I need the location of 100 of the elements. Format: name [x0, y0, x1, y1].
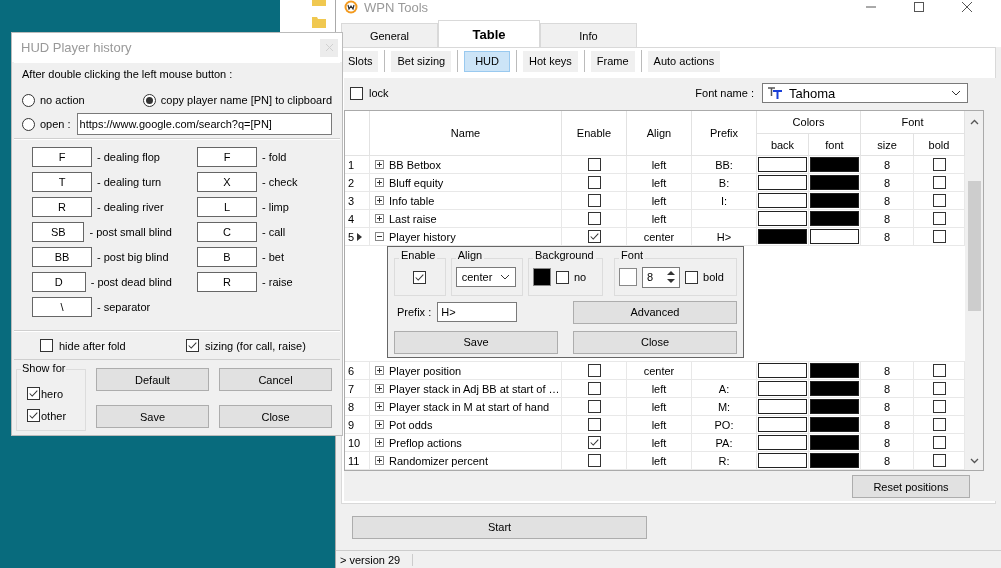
align-dropdown[interactable]: center	[455, 267, 516, 287]
save-button[interactable]: Save	[394, 330, 558, 354]
row-header[interactable]: 6	[345, 362, 370, 380]
close-icon[interactable]	[961, 1, 973, 13]
bold-checkbox[interactable]	[932, 418, 946, 431]
enable-checkbox[interactable]	[587, 230, 601, 243]
row-header[interactable]: 8	[345, 398, 370, 416]
option-checkbox[interactable]	[186, 339, 199, 352]
bold-checkbox[interactable]	[932, 382, 946, 395]
bold-checkbox[interactable]	[932, 454, 946, 467]
enable-checkbox[interactable]	[413, 270, 427, 284]
bold-checkbox[interactable]	[932, 400, 946, 413]
dialog-button[interactable]: Close	[219, 405, 332, 428]
start-button[interactable]: Start	[352, 515, 647, 539]
bold-checkbox[interactable]	[932, 158, 946, 171]
bold-checkbox[interactable]	[932, 212, 946, 225]
maximize-icon[interactable]	[913, 1, 925, 13]
prefix-field[interactable]: H>	[437, 302, 518, 322]
dialog-button[interactable]: Cancel	[219, 368, 332, 391]
row-header[interactable]: 5	[345, 228, 370, 246]
no-background-checkbox[interactable]	[555, 270, 569, 284]
hotkey-field[interactable]: X	[197, 172, 257, 192]
hotkey-field[interactable]: \	[32, 297, 92, 317]
tab[interactable]: Info	[540, 23, 637, 47]
radio-button[interactable]	[142, 93, 156, 107]
lock-checkbox[interactable]	[350, 86, 363, 100]
row-header[interactable]: 4	[345, 210, 370, 228]
show-for-checkbox[interactable]	[27, 409, 40, 422]
sub-tab[interactable]: Auto actions	[647, 50, 721, 72]
row-header[interactable]: 9	[345, 416, 370, 434]
row-header[interactable]: 10	[345, 434, 370, 452]
expand-icon[interactable]	[375, 384, 384, 393]
dialog-button[interactable]: Save	[96, 405, 209, 428]
radio-button[interactable]	[22, 93, 35, 107]
bold-checkbox[interactable]	[932, 230, 946, 243]
hotkey-field[interactable]: C	[197, 222, 257, 242]
sub-tab[interactable]: Hot keys	[523, 50, 578, 72]
dialog-button[interactable]: Default	[96, 368, 209, 391]
hotkey-field[interactable]: F	[32, 147, 92, 167]
sub-tab[interactable]: Frame	[590, 50, 635, 72]
row-header[interactable]: 3	[345, 192, 370, 210]
url-field[interactable]: https://www.google.com/search?q=[PN]	[76, 113, 332, 135]
bold-checkbox[interactable]	[932, 364, 946, 377]
bold-checkbox[interactable]	[932, 436, 946, 449]
bold-checkbox[interactable]	[932, 194, 946, 207]
enable-checkbox[interactable]	[587, 400, 601, 413]
scroll-down-icon[interactable]	[969, 458, 979, 464]
enable-checkbox[interactable]	[587, 382, 601, 395]
current-row-icon	[357, 232, 363, 241]
color-swatch[interactable]	[619, 268, 638, 286]
hotkey-field[interactable]: B	[197, 247, 257, 267]
hotkey-field[interactable]: T	[32, 172, 92, 192]
tab[interactable]: General	[341, 23, 438, 47]
hotkey-field[interactable]: L	[197, 197, 257, 217]
enable-checkbox[interactable]	[587, 176, 601, 189]
expand-icon[interactable]	[375, 178, 384, 187]
row-header[interactable]: 1	[345, 156, 370, 174]
expand-icon[interactable]	[375, 196, 384, 205]
enable-checkbox[interactable]	[587, 436, 601, 449]
row-header[interactable]: 2	[345, 174, 370, 192]
bold-checkbox[interactable]	[932, 176, 946, 189]
size-spinner[interactable]: 8	[642, 266, 681, 288]
close-button[interactable]: Close	[573, 330, 737, 354]
expand-icon[interactable]	[375, 366, 384, 375]
option-checkbox[interactable]	[40, 339, 53, 352]
hotkey-field[interactable]: F	[197, 147, 257, 167]
hotkey-field[interactable]: D	[32, 272, 86, 292]
expand-icon[interactable]	[375, 214, 384, 223]
enable-checkbox[interactable]	[587, 158, 601, 171]
font-dropdown[interactable]: Tahoma	[762, 83, 968, 103]
expand-icon[interactable]	[375, 420, 384, 429]
sub-tab[interactable]: HUD	[464, 50, 510, 72]
row-header[interactable]: 11	[345, 452, 370, 470]
hotkey-field[interactable]: BB	[32, 247, 92, 267]
tab[interactable]: Table	[438, 20, 540, 47]
sub-tab[interactable]: Slots	[342, 50, 379, 72]
color-swatch[interactable]	[532, 268, 551, 286]
expand-icon[interactable]	[375, 160, 384, 169]
expand-icon[interactable]	[375, 402, 384, 411]
enable-checkbox[interactable]	[587, 194, 601, 207]
scrollbar[interactable]	[965, 111, 983, 470]
expand-icon[interactable]	[375, 456, 384, 465]
bold-checkbox[interactable]	[685, 270, 699, 284]
enable-checkbox[interactable]	[587, 454, 601, 467]
radio-button[interactable]	[22, 117, 35, 131]
reset-positions-button[interactable]: Reset positions	[852, 475, 970, 498]
hotkey-field[interactable]: SB	[32, 222, 85, 242]
enable-checkbox[interactable]	[587, 418, 601, 431]
scroll-up-icon[interactable]	[969, 119, 979, 125]
advanced-button[interactable]: Advanced	[573, 300, 737, 324]
row-header[interactable]: 7	[345, 380, 370, 398]
enable-checkbox[interactable]	[587, 364, 601, 377]
hotkey-field[interactable]: R	[197, 272, 257, 292]
collapse-icon[interactable]	[375, 232, 384, 241]
scrollbar-thumb[interactable]	[967, 181, 981, 311]
enable-checkbox[interactable]	[587, 212, 601, 225]
hotkey-field[interactable]: R	[32, 197, 92, 217]
show-for-checkbox[interactable]	[27, 387, 40, 400]
expand-icon[interactable]	[375, 438, 384, 447]
sub-tab[interactable]: Bet sizing	[391, 50, 452, 72]
